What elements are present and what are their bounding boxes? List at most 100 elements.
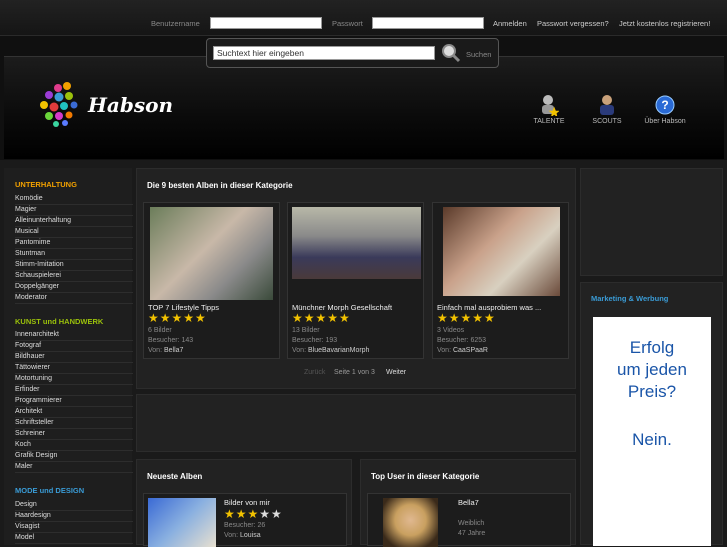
sidebar-item[interactable]: Schauspielerei	[15, 271, 133, 282]
sidebar-section-title[interactable]: UNTERHALTUNG	[15, 180, 77, 189]
advertisement[interactable]: Erfolg um jeden Preis? Nein.	[593, 317, 711, 546]
pager-status: Seite 1 von 3	[334, 369, 375, 376]
panel-title: Top User in dieser Kategorie	[371, 472, 480, 481]
album-author-row: Von: CaaSPaaR	[437, 346, 488, 356]
rating-stars: ★★★★★	[437, 311, 496, 325]
rating-stars: ★★★★★	[224, 507, 283, 521]
user-card[interactable]: Bella7 Weiblich 47 Jahre	[367, 493, 571, 547]
album-card[interactable]: Einfach mal ausprobiem was ... ★★★★★ 3 V…	[432, 202, 569, 359]
sidebar-item[interactable]: Maler	[15, 462, 133, 473]
user-gender: Weiblich	[458, 520, 485, 527]
sidebar-section-title[interactable]: MODE und DESIGN	[15, 486, 84, 495]
album-author-row: Von: Bella7	[148, 346, 193, 356]
album-visitors: Besucher: 193	[292, 337, 338, 344]
album-visitors: Besucher: 143	[148, 337, 194, 344]
user-name[interactable]: Bella7	[458, 498, 479, 507]
album-title[interactable]: Bilder von mir	[224, 498, 270, 507]
search-button[interactable]: Suchen	[466, 50, 491, 59]
sidebar-item[interactable]: Erfinder	[15, 385, 133, 396]
user-icon	[600, 95, 614, 115]
album-thumbnail[interactable]	[292, 207, 421, 279]
album-count: 6 Bilder	[148, 327, 172, 334]
logo-dots-icon[interactable]	[38, 78, 94, 128]
sidebar-item[interactable]: Motortuning	[15, 374, 133, 385]
ad-line: Nein.	[632, 430, 672, 449]
sidebar-item[interactable]: Komödie	[15, 194, 133, 205]
star-user-icon	[542, 95, 560, 118]
sidebar-item[interactable]: Visagist	[15, 522, 133, 533]
sidebar-item[interactable]: Haardesign	[15, 511, 133, 522]
album-author[interactable]: BlueBavarianMorph	[308, 347, 369, 354]
album-meta: Besucher: 26 Von: Louisa	[224, 521, 265, 541]
sidebar-item[interactable]: Innenarchitekt	[15, 330, 133, 341]
sidebar-item[interactable]: Pantomime	[15, 238, 133, 249]
sidebar-item[interactable]: Stuntman	[15, 249, 133, 260]
album-count: 13 Bilder	[292, 327, 320, 334]
sidebar-item[interactable]: Schreiner	[15, 429, 133, 440]
author-label: Von:	[148, 347, 163, 354]
top-user-panel: Top User in dieser Kategorie Bella7 Weib…	[360, 459, 576, 547]
help-icon: ?	[655, 95, 675, 115]
sidebar-item[interactable]: Moderator	[15, 293, 133, 304]
sidebar-item[interactable]: Magier	[15, 205, 133, 216]
album-visitors: Besucher: 26	[224, 522, 266, 529]
album-author-row: Von: BlueBavarianMorph	[292, 346, 369, 356]
logo-text[interactable]: Habson	[88, 93, 173, 117]
sidebar-item[interactable]: Architekt	[15, 407, 133, 418]
album-thumbnail[interactable]	[443, 207, 560, 296]
album-visitors: Besucher: 6253	[437, 337, 487, 344]
nav-talente[interactable]: TALENTE	[526, 94, 572, 125]
sidebar-item[interactable]: Koch	[15, 440, 133, 451]
user-meta: Weiblich 47 Jahre	[458, 519, 485, 539]
pager-next[interactable]: Weiter	[386, 369, 406, 376]
sidebar-item[interactable]: Alleinunterhaltung	[15, 216, 133, 227]
sidebar-item[interactable]: Stimm-Imitation	[15, 260, 133, 271]
nav-label: TALENTE	[533, 118, 565, 125]
username-input[interactable]	[210, 17, 322, 29]
newest-albums-panel: Neueste Alben Bilder von mir ★★★★★ Besuc…	[136, 459, 352, 547]
forgot-password-link[interactable]: Passwort vergessen?	[537, 19, 609, 28]
magnifier-icon[interactable]	[441, 43, 461, 63]
album-author[interactable]: Bella7	[164, 347, 183, 354]
album-meta: 3 Videos Besucher: 6253 Von: CaaSPaaR	[437, 326, 488, 356]
sidebar-item[interactable]: Design	[15, 500, 133, 511]
album-thumbnail[interactable]	[150, 207, 273, 300]
sidebar-item[interactable]: Schriftsteller	[15, 418, 133, 429]
rating-stars: ★★★★★	[292, 311, 351, 325]
ad-line: Erfolg	[629, 338, 675, 357]
album-author[interactable]: Louisa	[240, 532, 261, 539]
login-bar: Benutzername Passwort Anmelden Passwort …	[0, 0, 727, 36]
password-input[interactable]	[372, 17, 484, 29]
svg-text:?: ?	[661, 98, 668, 112]
author-label: Von:	[224, 532, 239, 539]
sidebar-item[interactable]: Tättowierer	[15, 363, 133, 374]
album-card[interactable]: TOP 7 Lifestyle Tipps ★★★★★ 6 Bilder Bes…	[143, 202, 280, 359]
login-link[interactable]: Anmelden	[493, 19, 527, 28]
sidebar-item[interactable]: Doppelgänger	[15, 282, 133, 293]
panel-title: Neueste Alben	[147, 472, 203, 481]
sidebar-item[interactable]: Fotograf	[15, 341, 133, 352]
pager-back[interactable]: Zurück	[304, 369, 325, 376]
album-thumbnail[interactable]	[148, 498, 216, 547]
sidebar-item[interactable]: Musical	[15, 227, 133, 238]
sidebar-item[interactable]: Model	[15, 533, 133, 544]
album-author[interactable]: CaaSPaaR	[453, 347, 488, 354]
sidebar-item[interactable]: Programmierer	[15, 396, 133, 407]
ad-title: Marketing & Werbung	[591, 294, 669, 303]
sidebar-item[interactable]: Grafik Design	[15, 451, 133, 462]
password-label: Passwort	[332, 19, 363, 28]
sidebar-item[interactable]: Bildhauer	[15, 352, 133, 363]
ad-line: um jeden	[617, 360, 687, 379]
right-top-panel	[580, 168, 723, 276]
search-input[interactable]: Suchtext hier eingeben	[213, 46, 435, 60]
user-avatar[interactable]	[383, 498, 438, 547]
album-card[interactable]: Münchner Morph Gesellschaft ★★★★★ 13 Bil…	[287, 202, 424, 359]
nav-about[interactable]: ? Über Habson	[640, 94, 690, 125]
album-card[interactable]: Bilder von mir ★★★★★ Besucher: 26 Von: L…	[143, 493, 347, 547]
ad-panel: Marketing & Werbung Erfolg um jeden Prei…	[580, 282, 723, 546]
panel-title: Die 9 besten Alben in dieser Kategorie	[147, 181, 293, 190]
nav-scouts[interactable]: SCOUTS	[584, 94, 630, 125]
sidebar-section-title[interactable]: KUNST und HANDWERK	[15, 317, 103, 326]
empty-panel	[136, 394, 576, 452]
register-link[interactable]: Jetzt kostenlos registrieren!	[619, 19, 710, 28]
